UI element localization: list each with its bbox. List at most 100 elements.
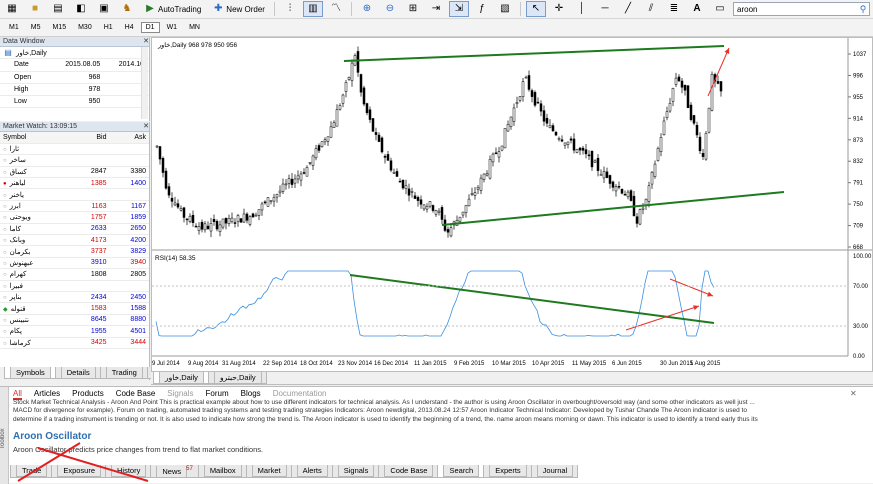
- market-watch-tab-label: Symbols: [10, 367, 51, 379]
- terminal-tab-5[interactable]: Market: [245, 465, 292, 478]
- candle-body: [266, 197, 270, 207]
- vertical-line-button[interactable]: │: [572, 1, 592, 17]
- market-watch-row[interactable]: ○ ثارا: [0, 143, 149, 156]
- market-watch-tab-1[interactable]: Details: [54, 367, 101, 379]
- market-watch-tab-2[interactable]: Trading: [99, 367, 148, 379]
- market-watch-row[interactable]: ○ پکام 1955 4501: [0, 325, 149, 338]
- market-watch-button[interactable]: ▤: [48, 1, 68, 17]
- strategy-icon: ♞: [122, 3, 132, 14]
- chart-window[interactable]: خاور,Daily 968 978 950 956 RSI(14) 58.35 1…: [151, 37, 873, 372]
- indicators-button[interactable]: ƒ: [472, 1, 492, 17]
- zoom-out-button[interactable]: ⊖: [380, 1, 400, 17]
- templates-button[interactable]: ▧: [495, 1, 515, 17]
- strategy-button[interactable]: ♞: [117, 1, 137, 17]
- terminal-tab-9[interactable]: Search: [437, 465, 485, 478]
- timeframe-w1[interactable]: W1: [162, 22, 183, 33]
- candle-chart-button[interactable]: ▥: [302, 1, 323, 17]
- close-icon[interactable]: ✕: [143, 122, 149, 131]
- close-icon[interactable]: ✕: [850, 389, 860, 399]
- candle-body: [605, 171, 609, 178]
- column-header-bid[interactable]: Bid: [70, 132, 110, 144]
- crosshair-button[interactable]: ✛: [549, 1, 569, 17]
- market-watch-row[interactable]: ○ کاما 2633 2650: [0, 223, 149, 236]
- trendline-button[interactable]: ╱: [618, 1, 638, 17]
- candle-body: [659, 137, 663, 153]
- column-header-symbol[interactable]: Symbol: [0, 132, 70, 144]
- timeframe-mn[interactable]: MN: [184, 22, 205, 33]
- market-watch-row[interactable]: ○ عبهنوش 3910 3940: [0, 257, 149, 270]
- line-chart-button[interactable]: 〽: [326, 1, 346, 17]
- candle-body: [320, 141, 324, 147]
- terminal-tab-6[interactable]: Alerts: [290, 465, 333, 478]
- market-watch-row[interactable]: ○ ویوحتی 1757 1859: [0, 211, 149, 224]
- toolbar-separator: [519, 2, 521, 16]
- zoom-in-button[interactable]: ⊕: [357, 1, 377, 17]
- terminal-tab-10[interactable]: Experts: [483, 465, 532, 478]
- symbol-name: وبانک: [9, 237, 26, 245]
- timeframe-m15[interactable]: M15: [47, 22, 71, 33]
- market-watch-row[interactable]: ○ بکرمان 3737 3829: [0, 245, 149, 258]
- text-button[interactable]: A: [687, 1, 707, 17]
- close-icon[interactable]: ✕: [143, 37, 149, 46]
- fibonacci-button[interactable]: ≣: [664, 1, 684, 17]
- market-watch-tab-0[interactable]: Symbols: [4, 367, 56, 379]
- channel-button[interactable]: ⫽: [641, 1, 661, 17]
- market-watch-row[interactable]: ○ یاخنر: [0, 188, 149, 201]
- candle-body: [173, 202, 177, 206]
- market-watch-row[interactable]: ○ بناپر 2434 2450: [0, 291, 149, 304]
- chart-tab-1[interactable]: حبترو,Daily: [207, 372, 267, 384]
- timeframe-m1[interactable]: M1: [4, 22, 24, 33]
- navigator-button[interactable]: ◧: [71, 1, 91, 17]
- terminal-tab-7[interactable]: Signals: [331, 465, 380, 478]
- tile-windows-button[interactable]: ⊞: [403, 1, 423, 17]
- bar-chart-button[interactable]: ⫶: [280, 1, 300, 17]
- terminal-tab-4[interactable]: Mailbox: [197, 465, 247, 478]
- chart-tab-0[interactable]: خاور,Daily: [153, 372, 209, 384]
- market-watch-row[interactable]: ○ نتبینس 8645 8880: [0, 314, 149, 327]
- label-button[interactable]: ▭: [710, 1, 730, 17]
- autotrading-button[interactable]: ▶ AutoTrading: [140, 1, 205, 17]
- date-tick-label: 9 Jul 2014: [152, 361, 180, 367]
- market-watch-row[interactable]: ○ کرماشا 3425 3444: [0, 337, 149, 349]
- terminal-tab-8[interactable]: Code Base: [378, 465, 439, 478]
- candle-body: [554, 131, 558, 136]
- candle-body: [185, 218, 189, 221]
- autotrading-label: AutoTrading: [158, 4, 202, 14]
- market-watch-row[interactable]: ○ ابرز 1163 1167: [0, 200, 149, 213]
- market-watch-row[interactable]: ○ کهرام 1808 2805: [0, 268, 149, 281]
- market-watch-row[interactable]: ○ وبانک 4173 4200: [0, 234, 149, 247]
- cursor-button[interactable]: ↖: [525, 1, 546, 17]
- terminal-tab-11[interactable]: Journal: [530, 465, 579, 478]
- candle-body: [665, 111, 669, 118]
- horizontal-line-button[interactable]: ─: [595, 1, 615, 17]
- symbol-icon: ○: [3, 147, 7, 154]
- price-tick-label: 791: [853, 181, 864, 187]
- candle-body: [431, 205, 435, 211]
- market-watch-ask-cell: 3829: [109, 245, 149, 258]
- candle-body: [176, 203, 180, 208]
- search-input[interactable]: aroon: [734, 5, 857, 14]
- tester-button[interactable]: ▣: [94, 1, 114, 17]
- candle-body: [317, 145, 321, 151]
- price-chart[interactable]: خاور,Daily 968 978 950 956 RSI(14) 58.35 1…: [152, 38, 872, 371]
- autoscroll-button[interactable]: ⇲: [448, 1, 469, 17]
- market-watch-row[interactable]: ● لیاهنر 1385 1400: [0, 177, 149, 190]
- market-watch-symbol-cell: ○ وبانک: [0, 234, 70, 247]
- chart-shift-button[interactable]: ⇥: [426, 1, 446, 17]
- market-watch-row[interactable]: ○ فبیرا: [0, 280, 149, 292]
- timeframe-h1[interactable]: H1: [99, 22, 118, 33]
- timeframe-m5[interactable]: M5: [26, 22, 46, 33]
- new-chart-button[interactable]: ▦: [2, 1, 22, 17]
- timeframe-m30[interactable]: M30: [73, 22, 97, 33]
- search-icon[interactable]: ⚲: [857, 3, 869, 15]
- data-window-scrollbar[interactable]: [141, 47, 148, 119]
- timeframe-d1[interactable]: D1: [140, 22, 160, 33]
- market-watch-row[interactable]: ◆ قنوله 1583 1588: [0, 302, 149, 315]
- profiles-button[interactable]: ■: [25, 1, 45, 17]
- timeframe-h4[interactable]: H4: [120, 22, 139, 33]
- column-header-ask[interactable]: Ask: [109, 132, 149, 144]
- market-watch-row[interactable]: ○ ساخر: [0, 154, 149, 167]
- new-order-button[interactable]: ✚ New Order: [208, 1, 269, 17]
- candle-body: [170, 197, 174, 202]
- market-watch-row[interactable]: ○ کساق 2847 3380: [0, 166, 149, 179]
